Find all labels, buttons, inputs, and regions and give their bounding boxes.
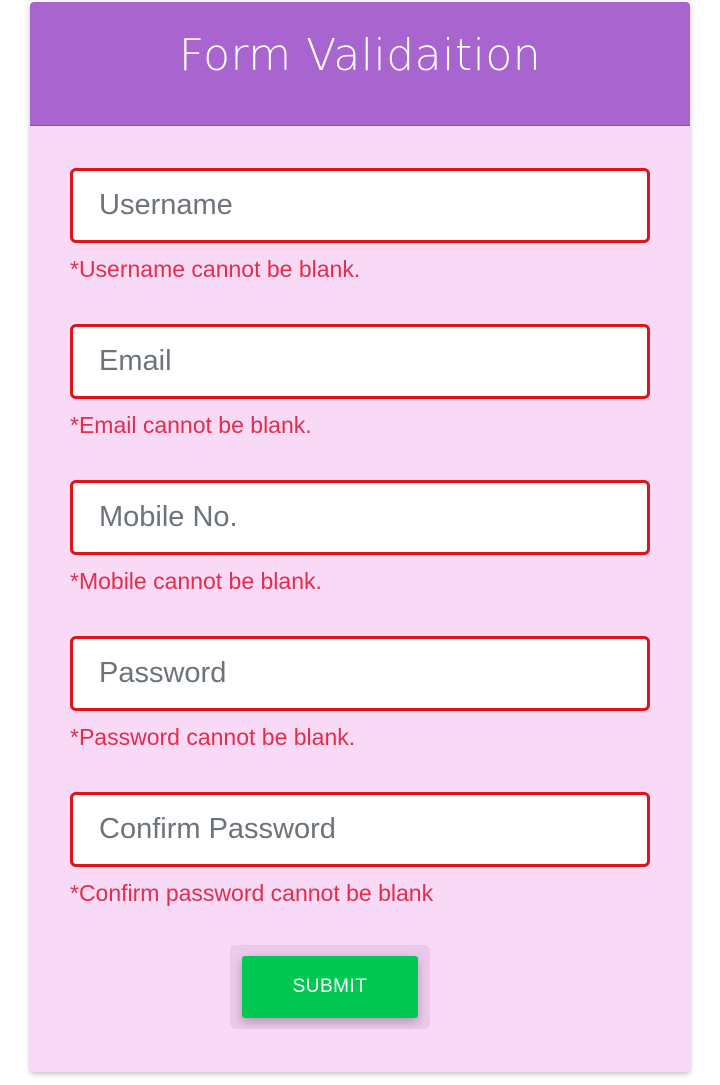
- page-title: Form Validaition: [178, 30, 542, 81]
- email-input[interactable]: [70, 324, 650, 399]
- submit-button[interactable]: SUBMIT: [242, 956, 418, 1018]
- username-input[interactable]: [70, 168, 650, 243]
- password-error: *Password cannot be blank.: [70, 724, 356, 750]
- password-input[interactable]: [70, 636, 650, 711]
- confirm-password-error: *Confirm password cannot be blank: [70, 880, 434, 906]
- submit-button-focus-ring: SUBMIT: [230, 945, 430, 1029]
- mobile-error: *Mobile cannot be blank.: [70, 568, 322, 594]
- confirm-password-input[interactable]: [70, 792, 650, 867]
- form-header: Form Validaition: [30, 2, 690, 126]
- mobile-input[interactable]: [70, 480, 650, 555]
- form-card: Form Validaition *Username cannot be bla…: [30, 2, 690, 1072]
- email-error: *Email cannot be blank.: [70, 412, 312, 438]
- username-error: *Username cannot be blank.: [70, 256, 361, 282]
